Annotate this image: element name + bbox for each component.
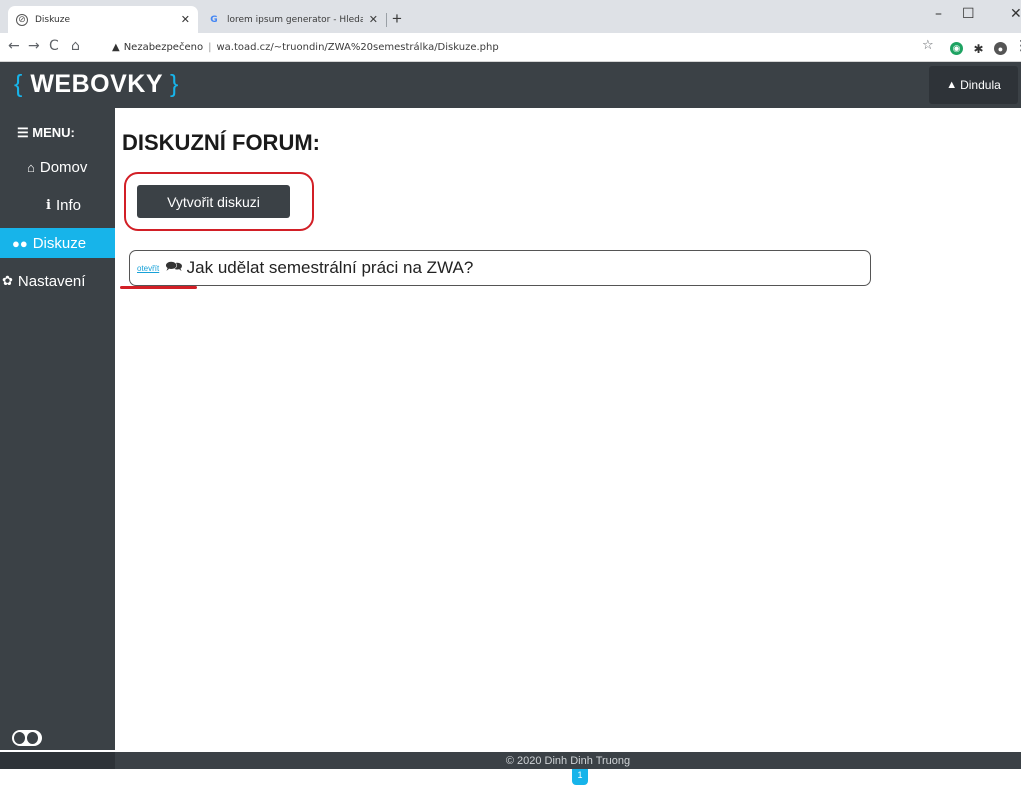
- theme-toggle[interactable]: [12, 730, 42, 746]
- close-window-icon[interactable]: ✕: [1010, 6, 1021, 22]
- site-logo[interactable]: { WEBOVKY }: [14, 70, 179, 99]
- info-icon: i: [46, 197, 51, 213]
- divider: |: [208, 42, 212, 53]
- tab-strip: ⊘ Diskuze ✕ G lorem ipsum generator - Hl…: [0, 0, 1021, 33]
- main-content: DISKUZNÍ FORUM: Vytvořit diskuzi otevřít…: [115, 108, 1021, 785]
- puzzle-icon[interactable]: ✱: [972, 42, 985, 56]
- users-icon: ●●: [12, 235, 28, 251]
- url-text: wa.toad.cz/~truondin/ZWA%20semestrálka/D…: [216, 42, 499, 53]
- sidebar-item-diskuze[interactable]: ●● Diskuze: [0, 228, 115, 258]
- sidebar-item-label: Info: [55, 196, 81, 214]
- sidebar-item-info[interactable]: i Info: [0, 190, 115, 220]
- new-tab-button[interactable]: +: [392, 9, 402, 29]
- gear-icon: ✿: [2, 273, 13, 288]
- web-app: { WEBOVKY } ▲ Dindula ☰ MENU: ⌂ Domov i …: [0, 62, 1021, 785]
- star-icon[interactable]: ☆: [922, 38, 934, 53]
- sidebar-item-label: Domov: [39, 158, 88, 176]
- browser-toolbar: ← → C ⌂ ▲ Nezabezpečeno | wa.toad.cz/~tr…: [0, 33, 1021, 62]
- forward-icon[interactable]: →: [28, 38, 40, 54]
- maximize-icon[interactable]: ☐: [962, 6, 975, 22]
- toggle-dot: [14, 732, 25, 744]
- footer: © 2020 Dinh Dinh Truong: [115, 752, 1021, 769]
- close-icon[interactable]: ✕: [181, 13, 190, 26]
- menu-title-label: MENU:: [32, 125, 75, 140]
- sidebar-item-nastaveni[interactable]: ✿ Nastavení: [0, 266, 115, 296]
- minimize-icon[interactable]: –: [935, 6, 942, 22]
- address-bar[interactable]: ▲ Nezabezpečeno | wa.toad.cz/~truondin/Z…: [112, 37, 912, 58]
- tab-title: Diskuze: [35, 14, 71, 25]
- user-button[interactable]: ▲ Dindula: [929, 66, 1018, 104]
- logo-text: WEBOVKY: [30, 70, 163, 98]
- top-bar: { WEBOVKY } ▲ Dindula: [0, 62, 1021, 108]
- profile-icon[interactable]: ●: [994, 42, 1007, 55]
- chat-icon: 🗪: [165, 258, 183, 274]
- annotation-underline: [120, 286, 197, 289]
- open-thread-link[interactable]: otevřít: [137, 264, 159, 273]
- more-icon[interactable]: ⋮: [1014, 38, 1021, 54]
- home-browser-icon[interactable]: ⌂: [71, 38, 80, 54]
- extension-icon[interactable]: ◉: [950, 42, 963, 55]
- page-title: DISKUZNÍ FORUM:: [122, 130, 320, 155]
- create-discussion-button[interactable]: Vytvořit diskuzi: [137, 185, 290, 218]
- home-icon: ⌂: [27, 159, 35, 175]
- globe-icon: ⊘: [16, 13, 28, 26]
- hamburger-icon: ☰: [17, 125, 33, 140]
- reload-icon[interactable]: C: [49, 38, 59, 54]
- thread-item: otevřít 🗪 Jak udělat semestrální práci n…: [129, 250, 871, 286]
- menu-title[interactable]: ☰ MENU:: [17, 125, 75, 141]
- user-icon: ▲: [946, 79, 958, 91]
- tab-title: lorem ipsum generator - Hledat: [227, 14, 363, 25]
- back-icon[interactable]: ←: [8, 38, 20, 54]
- warning-icon: ▲: [112, 42, 120, 53]
- browser-chrome: ⊘ Diskuze ✕ G lorem ipsum generator - Hl…: [0, 0, 1021, 62]
- sidebar: ☰ MENU: ⌂ Domov i Info ●● Diskuze ✿ Nast…: [0, 108, 115, 750]
- close-icon[interactable]: ✕: [369, 13, 378, 26]
- tab-google[interactable]: G lorem ipsum generator - Hledat ✕: [200, 6, 386, 33]
- user-name: Dindula: [960, 78, 1001, 92]
- sidebar-item-label: Diskuze: [32, 234, 87, 252]
- google-icon: G: [210, 14, 218, 25]
- toggle-dot: [27, 732, 38, 744]
- thread-title: Jak udělat semestrální práci na ZWA?: [186, 258, 474, 277]
- sidebar-item-label: Nastavení: [17, 272, 86, 290]
- tab-diskuze[interactable]: ⊘ Diskuze ✕: [8, 6, 198, 33]
- logo-brace-right: }: [170, 70, 179, 98]
- security-label: Nezabezpečeno: [123, 42, 204, 53]
- tab-separator: [386, 13, 387, 27]
- footer-left: [0, 752, 115, 769]
- sidebar-item-domov[interactable]: ⌂ Domov: [0, 152, 115, 182]
- logo-brace-left: {: [14, 70, 23, 98]
